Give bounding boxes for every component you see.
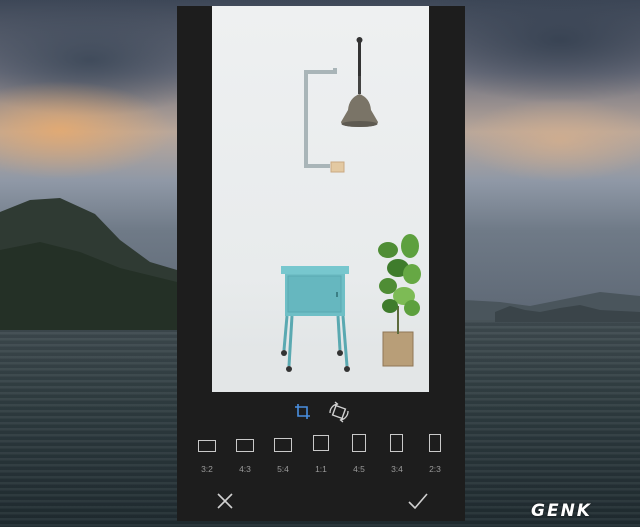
ratio-shape-icon xyxy=(198,440,216,452)
ratio-option-1-1[interactable]: 1:1 xyxy=(303,432,339,480)
ratio-shape-icon xyxy=(390,434,403,452)
ratio-label: 4:3 xyxy=(239,464,251,474)
ratio-option-5-4[interactable]: 5:4 xyxy=(265,432,301,480)
checkmark-icon[interactable] xyxy=(404,487,432,515)
ratio-option-3-4[interactable]: 3:4 xyxy=(379,432,415,480)
ratio-label: 5:4 xyxy=(277,464,289,474)
ratio-label: 3:4 xyxy=(391,464,403,474)
ratio-label: 4:5 xyxy=(353,464,365,474)
aspect-ratio-options: 3:2 4:3 5:4 1:1 4:5 3:4 2:3 xyxy=(177,432,465,480)
ratio-option-3-2[interactable]: 3:2 xyxy=(189,432,225,480)
ratio-label: 1:1 xyxy=(315,464,327,474)
ratio-shape-icon xyxy=(274,438,292,452)
ratio-shape-icon xyxy=(352,434,366,452)
ratio-option-4-3[interactable]: 4:3 xyxy=(227,432,263,480)
ratio-label: 3:2 xyxy=(201,464,213,474)
photo-content xyxy=(212,37,429,392)
crop-icon[interactable] xyxy=(291,400,315,424)
rotate-icon[interactable] xyxy=(327,400,351,424)
editor-toolbar xyxy=(177,400,465,424)
ratio-shape-icon xyxy=(313,435,329,451)
ratio-shape-icon xyxy=(236,439,254,452)
ratio-option-4-5[interactable]: 4:5 xyxy=(341,432,377,480)
photo-editor-panel: 3:2 4:3 5:4 1:1 4:5 3:4 2:3 xyxy=(177,6,465,521)
ratio-shape-icon xyxy=(429,434,441,452)
close-icon[interactable] xyxy=(211,487,239,515)
genk-watermark-logo: GENK xyxy=(531,501,592,521)
photo-preview[interactable] xyxy=(212,6,429,392)
ratio-label: 2:3 xyxy=(429,464,441,474)
ratio-option-2-3[interactable]: 2:3 xyxy=(417,432,453,480)
